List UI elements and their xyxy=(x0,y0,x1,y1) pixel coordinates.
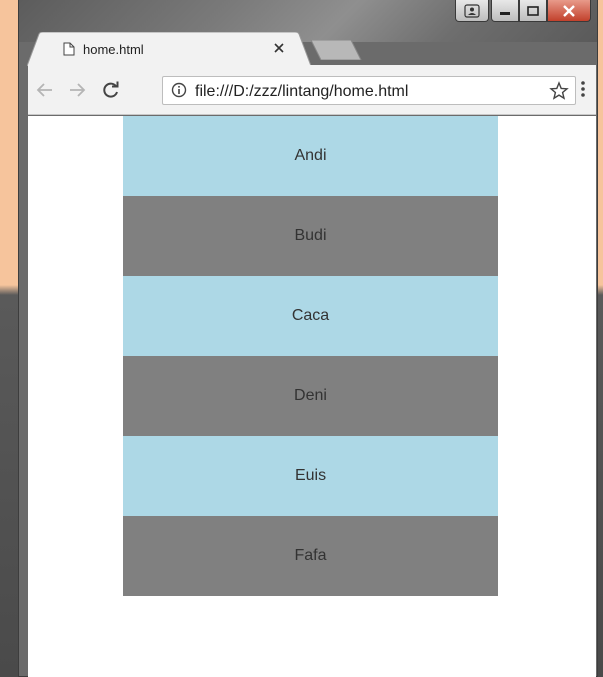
list-item: Deni xyxy=(123,356,498,436)
window-controls xyxy=(455,0,591,26)
list-item-label: Deni xyxy=(294,387,327,404)
tab-content: home.html xyxy=(37,32,309,66)
tab-close-button[interactable] xyxy=(271,40,287,56)
tab-title: home.html xyxy=(83,41,144,57)
star-icon[interactable] xyxy=(549,81,569,101)
back-arrow-icon xyxy=(36,83,52,97)
list-item: Budi xyxy=(123,196,498,276)
browser-toolbar: file:///D:/zzz/lintang/home.html xyxy=(28,65,596,115)
kebab-menu-icon[interactable] xyxy=(579,79,587,99)
close-window-button[interactable] xyxy=(547,0,591,22)
list-item-label: Caca xyxy=(291,307,330,324)
list-item-label: Budi xyxy=(294,227,327,244)
list-item: Fafa xyxy=(123,516,498,596)
back-button[interactable] xyxy=(34,79,56,101)
url-text: file:///D:/zzz/lintang/home.html xyxy=(195,83,409,100)
list-item-label: Fafa xyxy=(294,547,327,564)
new-tab-button[interactable] xyxy=(311,40,363,60)
user-icon xyxy=(464,3,480,18)
page-icon xyxy=(63,42,75,56)
info-icon[interactable] xyxy=(171,82,187,98)
reload-icon xyxy=(103,81,119,98)
list-item: Euis xyxy=(123,436,498,516)
forward-button[interactable] xyxy=(66,79,88,101)
browser-window: home.html file:///D:/zzz/lintang/home.ht… xyxy=(18,0,598,677)
reload-button[interactable] xyxy=(100,79,122,101)
list-item-label: Euis xyxy=(294,467,327,484)
maximize-button[interactable] xyxy=(519,0,547,22)
list-item: Caca xyxy=(123,276,498,356)
minimize-button[interactable] xyxy=(491,0,519,22)
maximize-icon xyxy=(527,5,539,16)
address-bar[interactable]: file:///D:/zzz/lintang/home.html xyxy=(162,76,576,105)
user-profile-button[interactable] xyxy=(455,0,489,22)
list-item-label: Andi xyxy=(294,147,327,164)
list-item: Andi xyxy=(123,116,498,196)
page-viewport: Andi Budi Caca Deni Euis Fafa xyxy=(28,116,596,677)
forward-arrow-icon xyxy=(70,83,86,97)
close-icon xyxy=(274,43,284,53)
name-list: Andi Budi Caca Deni Euis Fafa xyxy=(123,116,498,596)
minimize-icon xyxy=(500,11,510,15)
close-icon xyxy=(563,4,575,17)
